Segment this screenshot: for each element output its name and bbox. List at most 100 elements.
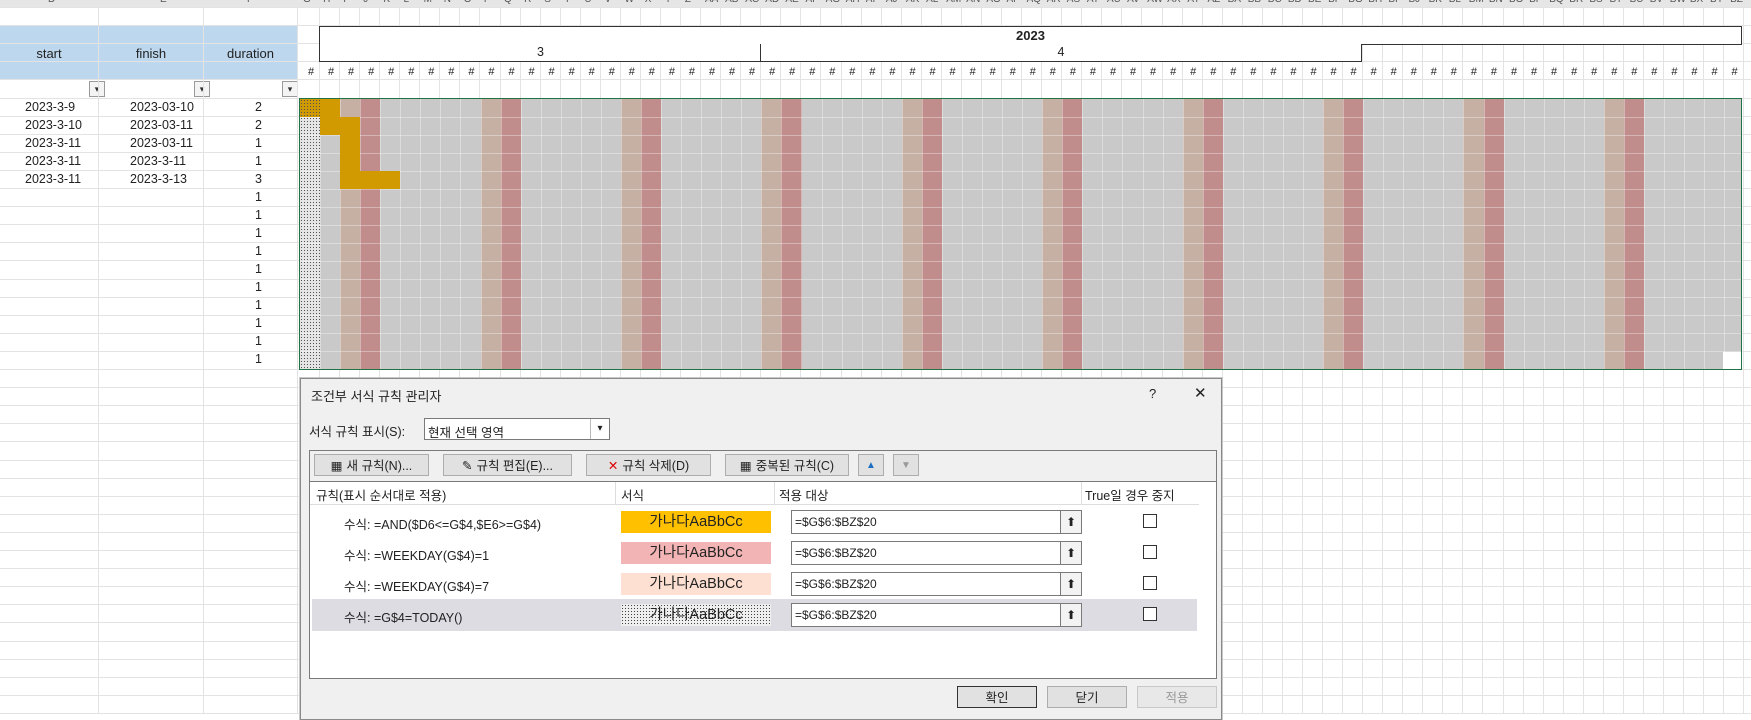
gantt-weekday-column[interactable] bbox=[1282, 99, 1304, 369]
column-letter[interactable]: T bbox=[564, 0, 570, 5]
gantt-weekday-column[interactable] bbox=[1543, 99, 1565, 369]
gantt-saturday-column[interactable] bbox=[1603, 99, 1625, 369]
header-duration[interactable]: duration bbox=[204, 26, 297, 80]
column-letter[interactable]: AS bbox=[1067, 0, 1080, 5]
gantt-weekday-column[interactable] bbox=[520, 99, 542, 369]
date-hash-cell[interactable]: # bbox=[1464, 63, 1484, 81]
date-hash-cell[interactable]: # bbox=[842, 63, 862, 81]
rule-row[interactable]: 수식: =AND($D6<=G$4,$E6>=G$4) 가나다AaBbCc =$G$… bbox=[312, 506, 1197, 538]
column-letter[interactable]: N bbox=[444, 0, 451, 5]
stop-if-true-checkbox[interactable] bbox=[1143, 607, 1157, 621]
cell-finish[interactable]: 2023-03-10 bbox=[130, 98, 194, 116]
date-hash-cell[interactable]: # bbox=[1404, 63, 1424, 81]
cell-duration[interactable]: 1 bbox=[255, 314, 262, 332]
column-letter[interactable]: BK bbox=[1429, 0, 1442, 5]
column-letter[interactable]: AC bbox=[745, 0, 759, 5]
date-hash-cell[interactable]: # bbox=[923, 63, 943, 81]
date-hash-cell[interactable]: # bbox=[1063, 63, 1083, 81]
new-rule-button[interactable]: ▦ 새 규칙(N)... bbox=[314, 454, 429, 476]
date-hash-cell[interactable]: # bbox=[622, 63, 642, 81]
stop-if-true-checkbox[interactable] bbox=[1143, 545, 1157, 559]
cell-duration[interactable]: 2 bbox=[255, 116, 262, 134]
gantt-weekday-column[interactable] bbox=[941, 99, 963, 369]
move-down-button[interactable]: ▼ bbox=[893, 454, 919, 476]
date-hash-cell[interactable]: # bbox=[321, 63, 341, 81]
gantt-weekday-column[interactable] bbox=[1122, 99, 1143, 369]
column-letter[interactable]: BO bbox=[1509, 0, 1523, 5]
filter-finish-button[interactable]: ▾ bbox=[194, 81, 210, 97]
column-letter[interactable]: AJ bbox=[886, 0, 898, 5]
gantt-weekday-column[interactable] bbox=[1563, 99, 1585, 369]
gantt-weekday-column[interactable] bbox=[1664, 99, 1685, 369]
column-letter[interactable]: AP bbox=[1007, 0, 1020, 5]
date-hash-cell[interactable]: # bbox=[1544, 63, 1564, 81]
column-letter[interactable]: AI bbox=[866, 0, 875, 5]
date-hash-cell[interactable]: # bbox=[1604, 63, 1624, 81]
cell-duration[interactable]: 1 bbox=[255, 296, 262, 314]
gantt-weekday-column[interactable] bbox=[420, 99, 441, 369]
cell-start[interactable]: 2023-3-11 bbox=[25, 170, 81, 188]
date-hash-cell[interactable]: # bbox=[1263, 63, 1283, 81]
column-letter[interactable]: J bbox=[363, 0, 368, 5]
gantt-weekday-column[interactable] bbox=[1403, 99, 1424, 369]
column-letter[interactable]: BJ bbox=[1409, 0, 1421, 5]
gantt-weekday-column[interactable] bbox=[1022, 99, 1043, 369]
gantt-weekday-column[interactable] bbox=[881, 99, 903, 369]
gantt-sunday-column[interactable] bbox=[641, 99, 662, 369]
gantt-task-bar[interactable] bbox=[340, 135, 361, 153]
date-hash-cell[interactable]: # bbox=[983, 63, 1003, 81]
date-hash-cell[interactable]: # bbox=[1143, 63, 1163, 81]
ok-button[interactable]: 확인 bbox=[957, 686, 1037, 708]
gantt-weekday-column[interactable] bbox=[1724, 99, 1741, 369]
column-letter[interactable]: R bbox=[524, 0, 531, 5]
show-rules-select[interactable]: 현재 선택 영역 ▾ bbox=[424, 418, 610, 440]
gantt-weekday-column[interactable] bbox=[841, 99, 863, 369]
column-letter[interactable]: AT bbox=[1087, 0, 1099, 5]
cell-duration[interactable]: 1 bbox=[255, 206, 262, 224]
date-hash-cell[interactable]: # bbox=[802, 63, 822, 81]
gantt-sunday-column[interactable] bbox=[1483, 99, 1505, 369]
date-hash-cell[interactable]: # bbox=[1304, 63, 1324, 81]
stop-if-true-checkbox[interactable] bbox=[1143, 576, 1157, 590]
column-letter[interactable]: AW bbox=[1147, 0, 1163, 5]
date-hash-cell[interactable]: # bbox=[1103, 63, 1123, 81]
rule-row[interactable]: 수식: =WEEKDAY(G$4)=7 가나다AaBbCc =$G$6:$BZ$20… bbox=[312, 568, 1197, 600]
column-letter[interactable]: AK bbox=[906, 0, 919, 5]
column-letter[interactable]: AE bbox=[785, 0, 798, 5]
gantt-weekday-column[interactable] bbox=[982, 99, 1003, 369]
date-hash-cell[interactable]: # bbox=[1705, 63, 1725, 81]
cell-duration[interactable]: 1 bbox=[255, 260, 262, 278]
date-hash-cell[interactable]: # bbox=[1624, 63, 1644, 81]
column-letter[interactable]: AX bbox=[1167, 0, 1180, 5]
gantt-weekday-column[interactable] bbox=[1102, 99, 1123, 369]
date-hash-cell[interactable]: # bbox=[862, 63, 882, 81]
cell-duration[interactable]: 2 bbox=[255, 98, 262, 116]
gantt-sunday-column[interactable] bbox=[1623, 99, 1645, 369]
cell-duration[interactable]: 1 bbox=[255, 224, 262, 242]
column-letter[interactable]: BV bbox=[1650, 0, 1663, 5]
close-icon[interactable]: ✕ bbox=[1194, 384, 1207, 402]
column-letter[interactable]: BD bbox=[1288, 0, 1302, 5]
column-letter[interactable]: O bbox=[464, 0, 472, 5]
gantt-weekday-column[interactable] bbox=[1583, 99, 1605, 369]
gantt-weekday-column[interactable] bbox=[1242, 99, 1264, 369]
gantt-weekday-column[interactable] bbox=[1142, 99, 1164, 369]
stop-if-true-checkbox[interactable] bbox=[1143, 514, 1157, 528]
date-hash-cell[interactable]: # bbox=[1564, 63, 1584, 81]
column-letter[interactable]: AL bbox=[926, 0, 938, 5]
column-letter[interactable]: BM bbox=[1469, 0, 1484, 5]
column-letter[interactable]: L bbox=[404, 0, 410, 5]
date-hash-cell[interactable]: # bbox=[1243, 63, 1263, 81]
date-hash-cell[interactable]: # bbox=[1003, 63, 1023, 81]
gantt-weekday-column[interactable] bbox=[440, 99, 461, 369]
gantt-weekday-column[interactable] bbox=[861, 99, 883, 369]
range-select-icon[interactable]: ⬆ bbox=[1060, 542, 1081, 564]
column-letter[interactable]: BN bbox=[1489, 0, 1503, 5]
gantt-saturday-column[interactable] bbox=[620, 99, 642, 369]
date-hash-cell[interactable]: # bbox=[1023, 63, 1043, 81]
cell-duration[interactable]: 1 bbox=[255, 134, 262, 152]
gantt-weekday-column[interactable] bbox=[1303, 99, 1324, 369]
date-hash-cell[interactable]: # bbox=[762, 63, 782, 81]
date-hash-cell[interactable]: # bbox=[1183, 63, 1203, 81]
column-letter[interactable]: D bbox=[48, 0, 55, 5]
